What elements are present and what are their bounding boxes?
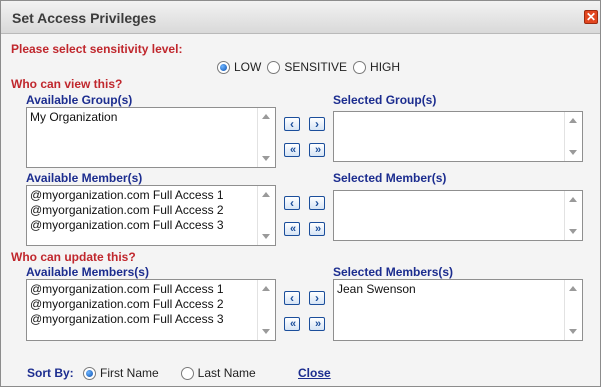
selected-groups-list[interactable] [333,111,583,162]
list-item[interactable]: @myorganization.com Full Access 3 [30,218,255,233]
update-move-all-left-button[interactable]: « [284,317,300,331]
sensitivity-prompt: Please select sensitivity level: [11,42,183,56]
sort-first-name-radio[interactable] [83,366,96,380]
update-selected-members-label: Selected Members(s) [333,265,454,279]
list-item[interactable]: @myorganization.com Full Access 3 [30,312,255,327]
update-move-member-right-button[interactable]: › [309,291,325,305]
sensitivity-options: LOW SENSITIVE HIGH [217,60,406,74]
close-link[interactable]: Close [298,366,331,380]
scroll-up-icon[interactable] [569,286,577,291]
sensitivity-sensitive-label: SENSITIVE [284,60,348,74]
available-groups-list[interactable]: My Organization [26,107,276,168]
sort-by-label: Sort By: [27,366,74,380]
list-item[interactable]: Jean Swenson [337,282,562,297]
move-group-right-button[interactable]: › [309,117,325,131]
move-all-members-left-button[interactable]: « [284,222,300,236]
scrollbar[interactable] [257,280,275,340]
update-selected-members-items: Jean Swenson [337,282,562,297]
update-heading: Who can update this? [11,250,136,264]
scroll-down-icon[interactable] [569,229,577,234]
scroll-up-icon[interactable] [569,118,577,123]
update-available-members-items: @myorganization.com Full Access 1 @myorg… [30,282,255,327]
selected-groups-label: Selected Group(s) [333,93,437,107]
sensitivity-low-label: LOW [234,60,262,74]
list-item[interactable]: @myorganization.com Full Access 2 [30,203,255,218]
available-groups-label: Available Group(s) [26,93,133,107]
scroll-up-icon[interactable] [262,286,270,291]
update-move-all-right-button[interactable]: » [309,317,325,331]
move-all-members-right-button[interactable]: » [309,222,325,236]
available-groups-items: My Organization [30,110,255,125]
set-access-privileges-dialog: Set Access Privileges ✕ Please select se… [0,0,601,387]
sensitivity-high-radio[interactable] [353,60,367,74]
sort-last-name-label: Last Name [197,366,256,380]
scrollbar[interactable] [564,112,582,161]
scrollbar[interactable] [257,108,275,167]
move-member-left-button[interactable]: ‹ [284,196,300,210]
move-group-left-button[interactable]: ‹ [284,117,300,131]
sensitivity-sensitive-radio[interactable] [267,60,281,74]
update-available-members-label: Available Members(s) [26,265,149,279]
move-member-right-button[interactable]: › [309,196,325,210]
available-members-list[interactable]: @myorganization.com Full Access 1 @myorg… [26,185,276,246]
scrollbar[interactable] [564,280,582,340]
available-members-label: Available Member(s) [26,171,143,185]
selected-members-label: Selected Member(s) [333,171,447,185]
sensitivity-low-radio[interactable] [217,60,230,74]
update-selected-members-list[interactable]: Jean Swenson [333,279,583,341]
title-bar: Set Access Privileges ✕ [1,1,600,34]
list-item[interactable]: @myorganization.com Full Access 1 [30,188,255,203]
view-heading: Who can view this? [11,77,123,91]
available-members-items: @myorganization.com Full Access 1 @myorg… [30,188,255,233]
sort-options: First Name Last Name [83,366,262,380]
scroll-up-icon[interactable] [569,197,577,202]
list-item[interactable]: @myorganization.com Full Access 1 [30,282,255,297]
scroll-up-icon[interactable] [262,192,270,197]
move-all-groups-right-button[interactable]: » [309,143,325,157]
list-item[interactable]: My Organization [30,110,255,125]
scroll-down-icon[interactable] [262,234,270,239]
dialog-title: Set Access Privileges [12,10,157,26]
scroll-down-icon[interactable] [569,329,577,334]
sort-last-name-radio[interactable] [180,366,194,380]
update-move-member-left-button[interactable]: ‹ [284,291,300,305]
scroll-down-icon[interactable] [569,150,577,155]
sensitivity-high-label: HIGH [370,60,401,74]
list-item[interactable]: @myorganization.com Full Access 2 [30,297,255,312]
scroll-up-icon[interactable] [262,114,270,119]
scrollbar[interactable] [257,186,275,245]
scroll-down-icon[interactable] [262,329,270,334]
move-all-groups-left-button[interactable]: « [284,143,300,157]
sort-first-name-label: First Name [100,366,159,380]
close-icon[interactable]: ✕ [584,10,598,24]
scrollbar[interactable] [564,191,582,240]
scroll-down-icon[interactable] [262,156,270,161]
update-available-members-list[interactable]: @myorganization.com Full Access 1 @myorg… [26,279,276,341]
selected-members-list[interactable] [333,190,583,241]
